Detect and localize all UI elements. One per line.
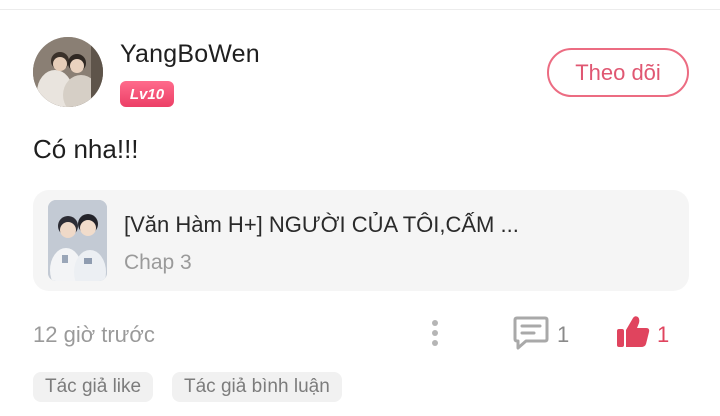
- chapter-subtitle: Chap 3: [124, 251, 192, 274]
- tag-author-comment[interactable]: Tác giả bình luận: [172, 372, 342, 402]
- thumbs-up-icon[interactable]: [614, 314, 652, 350]
- more-vertical-icon[interactable]: [425, 318, 445, 348]
- comment-icon[interactable]: [512, 315, 550, 351]
- chapter-card[interactable]: [Văn Hàm H+] NGƯỜI CỦA TÔI,CẤM ... Chap …: [33, 190, 689, 291]
- comment-count: 1: [557, 322, 570, 347]
- timestamp: 12 giờ trước: [33, 322, 155, 347]
- comment-text: Có nha!!!: [33, 134, 139, 164]
- top-divider: [0, 9, 720, 10]
- avatar[interactable]: [33, 37, 103, 107]
- like-count: 1: [657, 322, 670, 347]
- tag-author-like[interactable]: Tác giả like: [33, 372, 154, 402]
- chapter-title: [Văn Hàm H+] NGƯỜI CỦA TÔI,CẤM ...: [124, 212, 519, 237]
- username[interactable]: YangBoWen: [120, 40, 260, 69]
- chapter-thumbnail: [48, 200, 107, 281]
- level-badge: Lv10: [120, 81, 174, 107]
- follow-button[interactable]: Theo dõi: [547, 48, 689, 97]
